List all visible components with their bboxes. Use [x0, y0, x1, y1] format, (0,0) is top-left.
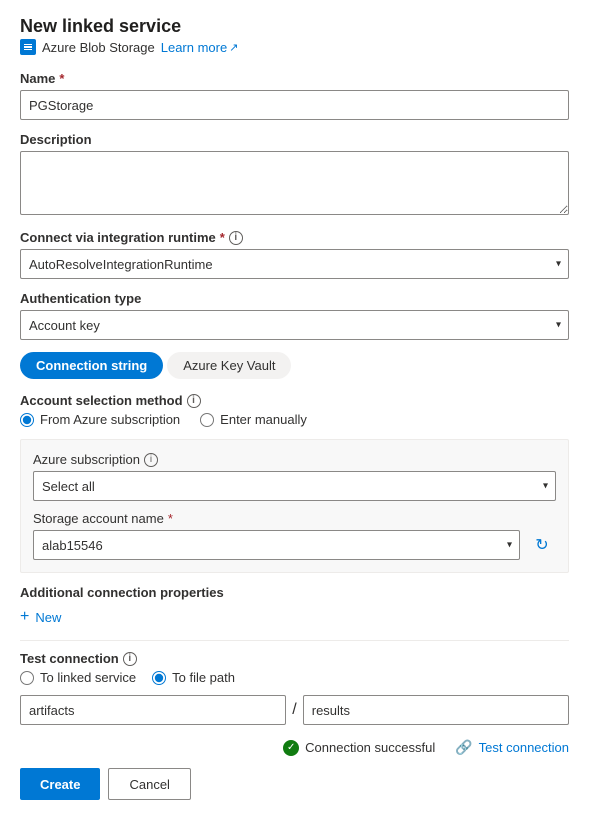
success-checkmark-icon: ✓	[283, 740, 299, 756]
radio-linked-input[interactable]	[20, 671, 34, 685]
description-label: Description	[20, 132, 569, 147]
test-connection-link-icon: 🔗	[455, 739, 472, 756]
radio-manual-label: Enter manually	[220, 412, 307, 427]
test-connection-radio-group: To linked service To file path	[20, 670, 569, 685]
learn-more-link[interactable]: Learn more ↗	[161, 40, 239, 55]
storage-account-select-wrapper: alab15546 ▾	[33, 530, 520, 560]
add-new-button[interactable]: + New	[20, 608, 61, 626]
azure-subscription-select[interactable]: Select all	[33, 471, 556, 501]
additional-props-label: Additional connection properties	[20, 585, 569, 600]
auth-type-field-group: Authentication type Account key ▾	[20, 291, 569, 340]
azure-subscription-label: Azure subscription i	[33, 452, 556, 467]
new-btn-label: New	[35, 610, 61, 625]
description-input[interactable]	[20, 151, 569, 215]
auth-type-label: Authentication type	[20, 291, 569, 306]
name-label: Name*	[20, 71, 569, 86]
path-field2-input[interactable]	[303, 695, 569, 725]
azure-subscription-select-wrapper: Select all ▾	[33, 471, 556, 501]
azure-key-vault-tab[interactable]: Azure Key Vault	[167, 352, 291, 379]
auth-type-select-wrapper: Account key ▾	[20, 310, 569, 340]
storage-refresh-button[interactable]: ↻	[528, 531, 556, 559]
test-connection-button[interactable]: 🔗 Test connection	[455, 739, 569, 756]
cancel-button[interactable]: Cancel	[108, 768, 190, 800]
additional-props-group: Additional connection properties + New	[20, 585, 569, 626]
azure-subscription-info-icon[interactable]: i	[144, 453, 158, 467]
storage-account-label: Storage account name *	[33, 511, 556, 526]
footer-buttons: Create Cancel	[20, 768, 569, 800]
radio-file-label: To file path	[172, 670, 235, 685]
connection-success-badge: ✓ Connection successful	[283, 740, 435, 756]
description-field-group: Description	[20, 132, 569, 218]
runtime-info-icon[interactable]: i	[229, 231, 243, 245]
storage-icon	[20, 39, 36, 55]
file-path-row: /	[20, 695, 569, 725]
radio-linked-label: To linked service	[40, 670, 136, 685]
radio-enter-manually[interactable]: Enter manually	[200, 412, 307, 427]
page-title: New linked service	[20, 16, 569, 37]
account-selection-radio-group: From Azure subscription Enter manually	[20, 412, 569, 427]
plus-icon: +	[20, 608, 29, 626]
test-connection-label: Test connection i	[20, 651, 569, 666]
path-separator: /	[292, 701, 296, 719]
test-connection-info-icon[interactable]: i	[123, 652, 137, 666]
storage-account-group: Storage account name * alab15546 ▾ ↻	[33, 511, 556, 560]
service-subtitle: Azure Blob Storage Learn more ↗	[20, 39, 569, 55]
account-selection-info-icon[interactable]: i	[187, 394, 201, 408]
create-button[interactable]: Create	[20, 768, 100, 800]
azure-subscription-group: Azure subscription i Select all ▾	[33, 452, 556, 501]
storage-account-row: alab15546 ▾ ↻	[33, 530, 556, 560]
runtime-field-group: Connect via integration runtime * i Auto…	[20, 230, 569, 279]
account-selection-label: Account selection method i	[20, 393, 569, 408]
path-field1-input[interactable]	[20, 695, 286, 725]
radio-file-input[interactable]	[152, 671, 166, 685]
auth-type-select[interactable]: Account key	[20, 310, 569, 340]
runtime-label: Connect via integration runtime * i	[20, 230, 569, 245]
radio-to-linked-service[interactable]: To linked service	[20, 670, 136, 685]
radio-to-file-path[interactable]: To file path	[152, 670, 235, 685]
radio-azure-label: From Azure subscription	[40, 412, 180, 427]
runtime-select[interactable]: AutoResolveIntegrationRuntime	[20, 249, 569, 279]
external-link-icon: ↗	[229, 41, 238, 54]
divider	[20, 640, 569, 641]
name-input[interactable]	[20, 90, 569, 120]
runtime-select-wrapper: AutoResolveIntegrationRuntime ▾	[20, 249, 569, 279]
test-connection-btn-label: Test connection	[479, 740, 569, 755]
radio-manual-input[interactable]	[200, 413, 214, 427]
account-selection-group: Account selection method i From Azure su…	[20, 393, 569, 427]
connection-success-label: Connection successful	[305, 740, 435, 755]
radio-azure-input[interactable]	[20, 413, 34, 427]
status-row: ✓ Connection successful 🔗 Test connectio…	[20, 739, 569, 756]
service-type-label: Azure Blob Storage	[42, 40, 155, 55]
auth-tab-group: Connection string Azure Key Vault	[20, 352, 569, 379]
name-field-group: Name*	[20, 71, 569, 120]
azure-sub-section: Azure subscription i Select all ▾ Storag…	[20, 439, 569, 573]
test-connection-section: Test connection i To linked service To f…	[20, 651, 569, 725]
radio-azure-subscription[interactable]: From Azure subscription	[20, 412, 180, 427]
connection-string-tab[interactable]: Connection string	[20, 352, 163, 379]
storage-account-select[interactable]: alab15546	[33, 530, 520, 560]
